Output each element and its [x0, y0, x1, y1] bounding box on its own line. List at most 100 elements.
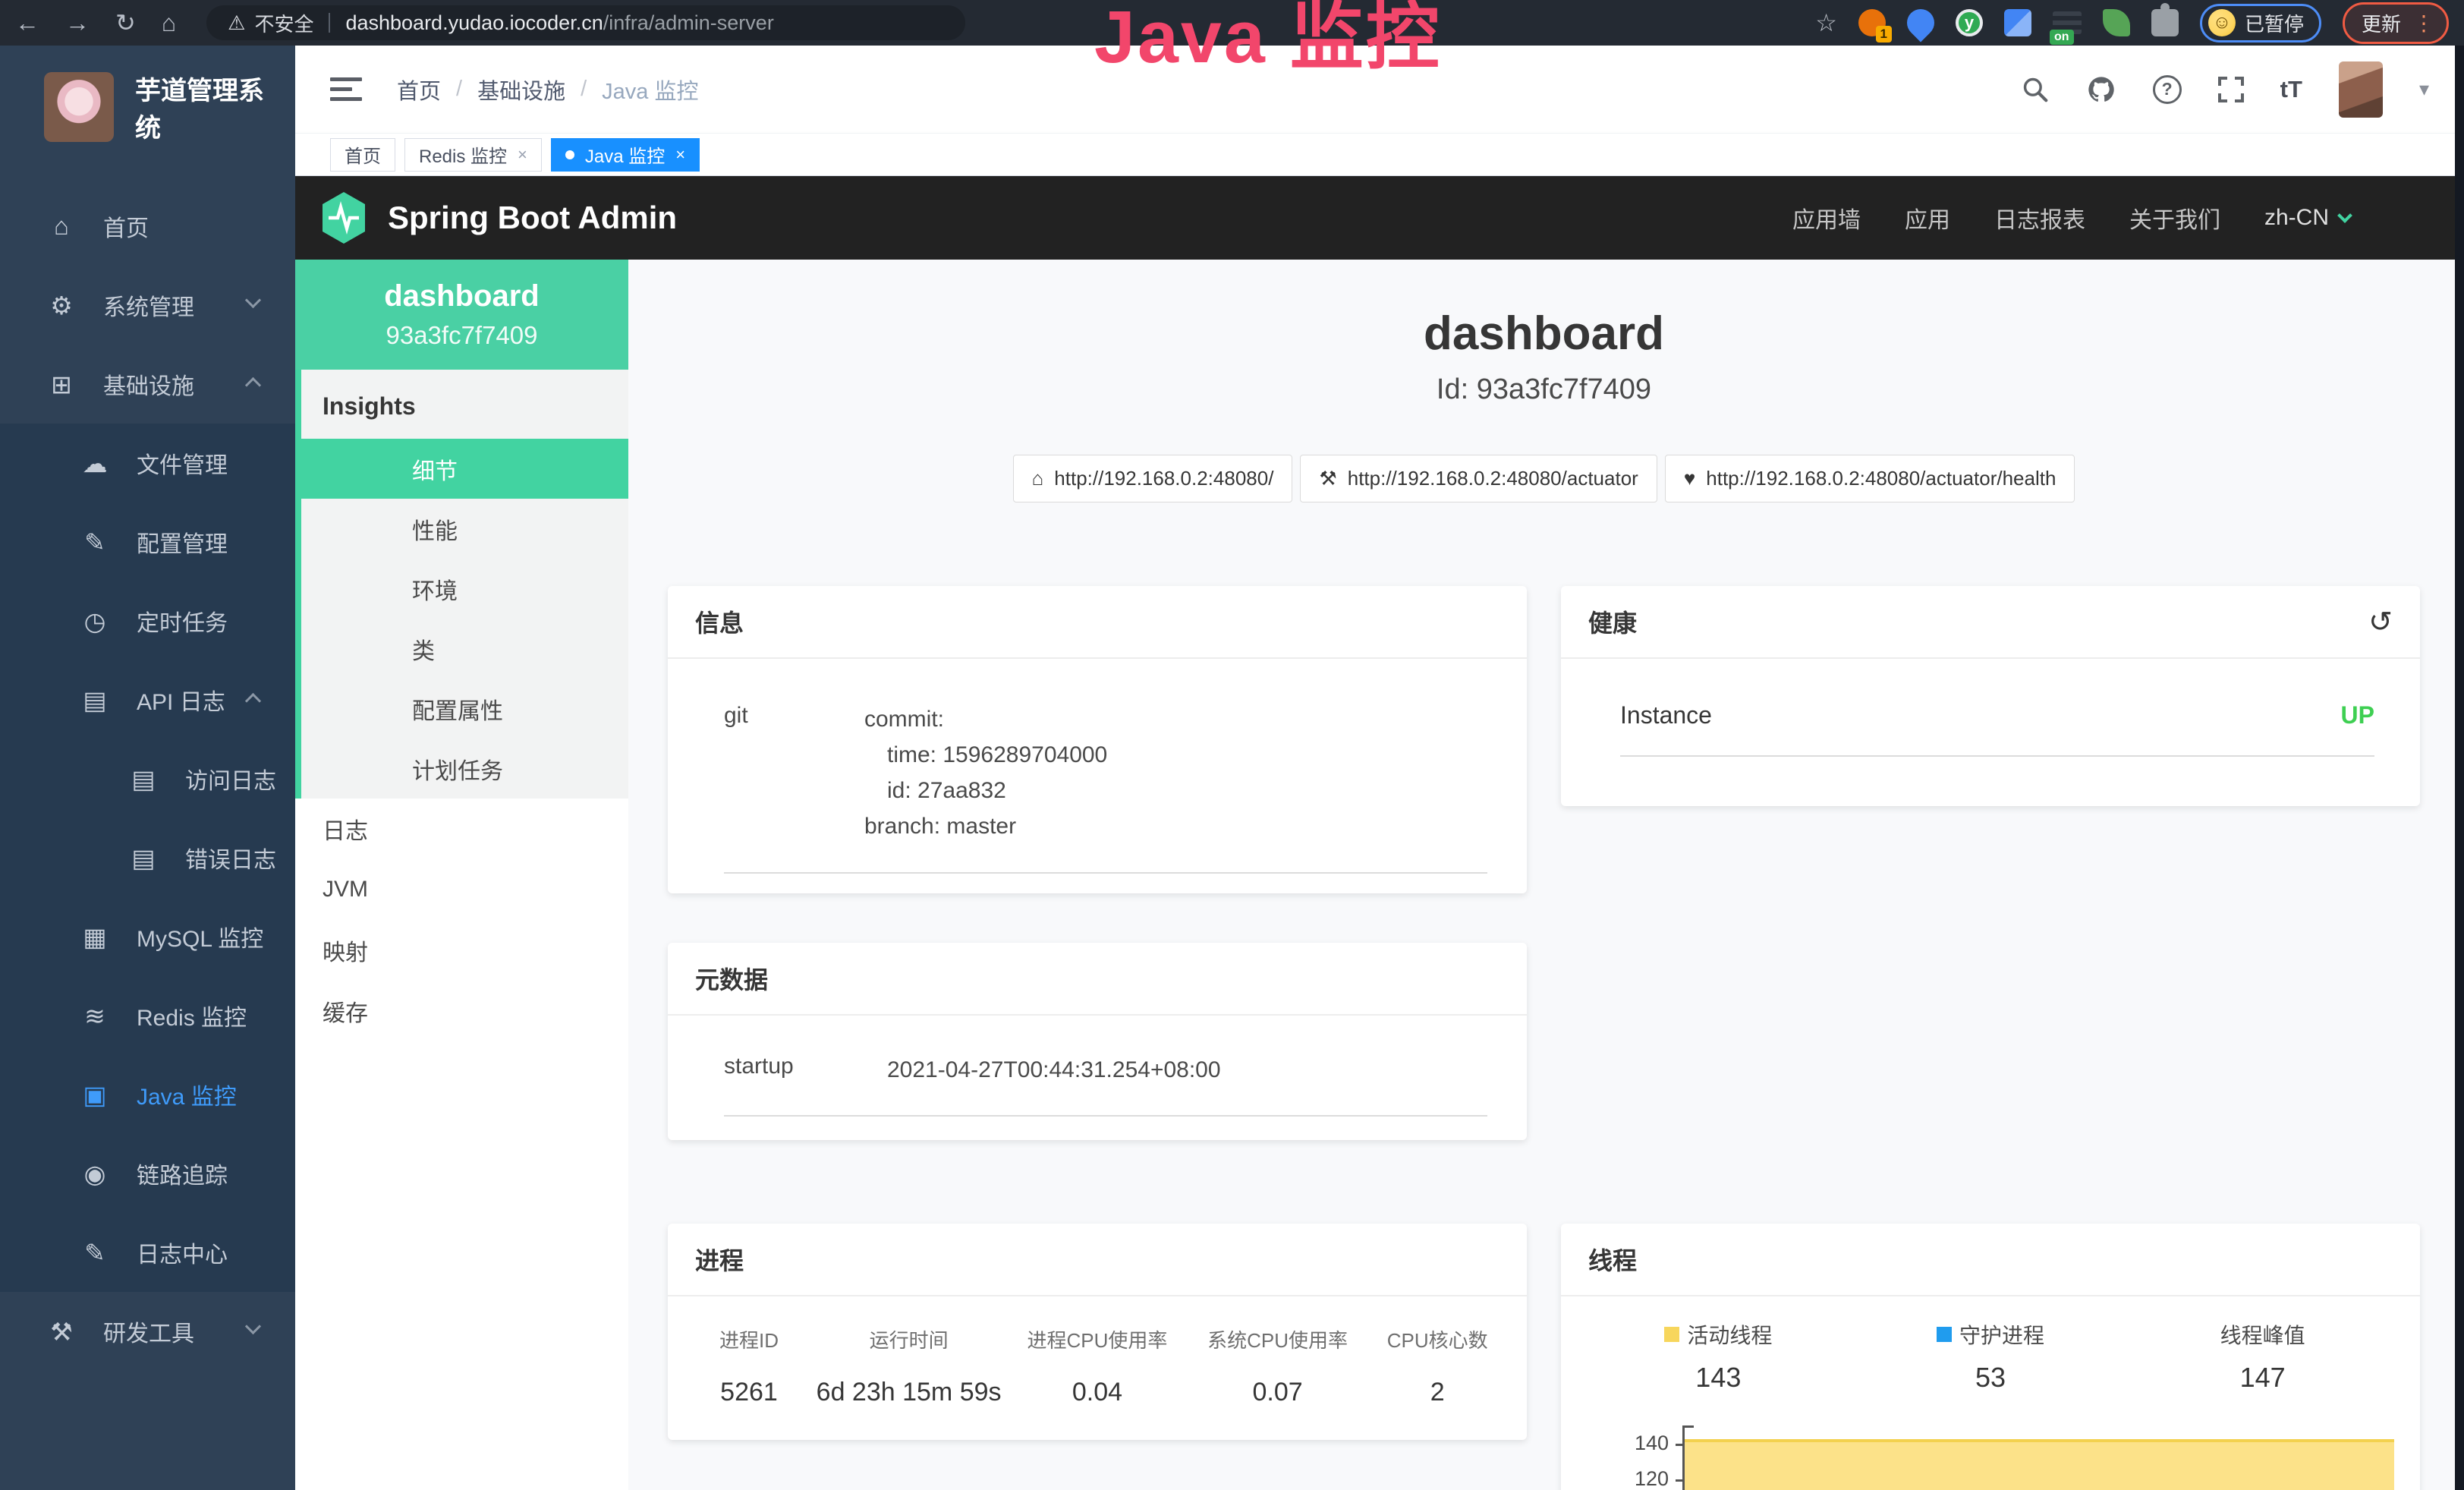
sba-item-mappings[interactable]: 映射 — [295, 920, 628, 981]
sba-item-jvm[interactable]: JVM — [295, 859, 628, 920]
sba-nav-applications[interactable]: 应用 — [1905, 201, 1950, 235]
reload-icon[interactable]: ↻ — [115, 8, 136, 37]
sidebar-item-config-manage[interactable]: ✎ 配置管理 — [0, 502, 295, 581]
locale-select[interactable]: zh-CN — [2264, 205, 2350, 231]
health-url-button[interactable]: ♥ http://192.168.0.2:48080/actuator/heal… — [1665, 455, 2075, 502]
sba-brand[interactable]: Spring Boot Admin — [388, 200, 677, 236]
forward-icon[interactable]: → — [65, 9, 90, 37]
page-title: dashboard — [668, 308, 2420, 360]
app-logo-row[interactable]: 芋道管理系统 — [0, 46, 295, 152]
sba-item-details[interactable]: 细节 — [301, 439, 628, 499]
sidebar-item-label: MySQL 监控 — [137, 920, 263, 953]
sidebar-item-error-log[interactable]: ▤ 错误日志 — [0, 818, 295, 897]
sba-item-scheduled-tasks[interactable]: 计划任务 — [301, 739, 628, 799]
tab-label: Redis 监控 — [419, 141, 507, 168]
sba-item-caches[interactable]: 缓存 — [295, 981, 628, 1041]
github-icon[interactable] — [2086, 74, 2116, 105]
annotation-java-monitor: Java 监控 — [1094, 0, 1442, 74]
heartbeat-icon: ♥ — [1684, 467, 1695, 490]
sba-item-classes[interactable]: 类 — [301, 619, 628, 679]
threads-chart: 140 120 100 — [1610, 1416, 2394, 1490]
service-url-button[interactable]: ⌂ http://192.168.0.2:48080/ — [1013, 455, 1293, 502]
avatar[interactable] — [2339, 61, 2383, 118]
paused-profile-badge[interactable]: ☺ 已暂停 — [2200, 4, 2321, 43]
sidebar-item-mysql-monitor[interactable]: ▦ MySQL 监控 — [0, 897, 295, 976]
sba-header: Spring Boot Admin 应用墙 应用 日志报表 关于我们 zh-CN — [295, 176, 2464, 260]
help-icon[interactable]: ? — [2153, 75, 2182, 104]
browser-extensions-area: ☆ 1 y on ☺ 已暂停 更新 ⋮ — [1815, 2, 2449, 44]
cards-left-column: 信息 git commit: time: 1596289704000 id: 2… — [668, 586, 1527, 1490]
sidebar-item-java-monitor[interactable]: ▣ Java 监控 — [0, 1055, 295, 1134]
sidebar-item-file-manage[interactable]: ☁ 文件管理 — [0, 424, 295, 502]
sidebar-item-home[interactable]: ⌂ 首页 — [0, 187, 295, 266]
health-card-title: 健康 — [1588, 604, 1637, 639]
extension-on-badge: on — [2050, 30, 2074, 45]
sidebar-item-scheduled-task[interactable]: ◷ 定时任务 — [0, 581, 295, 660]
sba-item-metrics[interactable]: 性能 — [301, 499, 628, 559]
extension-icon-orange[interactable]: 1 — [1858, 9, 1886, 36]
history-icon[interactable]: ↺ — [2368, 605, 2393, 639]
search-icon[interactable] — [2021, 75, 2050, 104]
browser-home-icon[interactable]: ⌂ — [162, 9, 176, 37]
health-card: 健康 ↺ Instance UP — [1561, 586, 2420, 806]
app-main: 首页 / 基础设施 / Java 监控 ? tT ▾ 首页 Redis 监控 — [295, 46, 2464, 1490]
chevron-down-icon — [245, 1318, 261, 1334]
service-url: http://192.168.0.2:48080/ — [1054, 467, 1273, 490]
tab-home[interactable]: 首页 — [330, 138, 395, 172]
extension-icon-green[interactable]: y — [1956, 9, 1983, 36]
insights-group: Insights 细节 性能 环境 类 配置属性 计划任务 — [295, 370, 628, 799]
sidebar-item-api-log[interactable]: ▤ API 日志 — [0, 660, 295, 739]
threads-legend: 活动线程 143 守护进程 — [1582, 1319, 2399, 1394]
hamburger-icon[interactable] — [330, 77, 362, 101]
git-time-line: time: 1596289704000 — [887, 737, 1107, 773]
emoji-avatar-icon: ☺ — [2208, 9, 2236, 36]
sba-nav-journal[interactable]: 日志报表 — [1994, 201, 2085, 235]
sidebar-item-label: 定时任务 — [137, 604, 228, 638]
sidebar-item-trace[interactable]: ◉ 链路追踪 — [0, 1134, 295, 1213]
sba-nav-about[interactable]: 关于我们 — [2129, 201, 2220, 235]
extensions-puzzle-icon[interactable] — [2151, 9, 2179, 36]
back-icon[interactable]: ← — [15, 9, 39, 37]
tab-java-monitor[interactable]: Java 监控 × — [551, 138, 700, 172]
extension-icon-grid[interactable] — [2004, 9, 2031, 36]
extension-icon-list[interactable]: on — [2053, 11, 2082, 34]
breadcrumb-infrastructure[interactable]: 基础设施 — [477, 74, 565, 106]
actuator-url-button[interactable]: ⚒ http://192.168.0.2:48080/actuator — [1300, 455, 1657, 502]
sba-nav-wallboard[interactable]: 应用墙 — [1792, 201, 1861, 235]
sba-item-logs[interactable]: 日志 — [295, 799, 628, 859]
close-icon[interactable]: × — [675, 145, 685, 165]
fullscreen-icon[interactable] — [2218, 77, 2244, 102]
tab-redis-monitor[interactable]: Redis 监控 × — [404, 138, 542, 172]
sidebar-item-access-log[interactable]: ▤ 访问日志 — [0, 739, 295, 818]
extension-icon-pin[interactable] — [1902, 4, 1940, 43]
close-icon[interactable]: × — [518, 145, 527, 165]
breadcrumb-home[interactable]: 首页 — [397, 74, 441, 106]
window-scrollbar[interactable] — [2455, 46, 2464, 1490]
sidebar-item-dev-tools[interactable]: ⚒ 研发工具 — [0, 1292, 295, 1371]
text-size-icon[interactable]: tT — [2280, 76, 2302, 103]
y-axis-tick — [1676, 1479, 1682, 1482]
caret-down-icon[interactable]: ▾ — [2419, 77, 2429, 101]
legend-value: 143 — [1695, 1362, 1741, 1394]
address-bar[interactable]: ⚠ 不安全 dashboard.yudao.iocoder.cn /infra/… — [206, 5, 965, 40]
sidebar-item-redis-monitor[interactable]: ≋ Redis 监控 — [0, 976, 295, 1055]
sidebar-item-label: 研发工具 — [103, 1315, 194, 1348]
legend-peak-threads: 线程峰值 147 — [2126, 1319, 2399, 1394]
legend-blue-swatch — [1937, 1327, 1952, 1342]
cards-grid: 信息 git commit: time: 1596289704000 id: 2… — [668, 586, 2420, 1490]
extension-icon-leaf[interactable] — [2103, 9, 2130, 36]
java-monitor-icon: ▣ — [79, 1080, 111, 1110]
bookmark-star-icon[interactable]: ☆ — [1815, 8, 1837, 37]
legend-label: 守护进程 — [1959, 1319, 2044, 1350]
update-button[interactable]: 更新 ⋮ — [2343, 2, 2449, 44]
process-uptime: 6d 23h 15m 59s — [810, 1378, 1007, 1407]
sba-item-environment[interactable]: 环境 — [301, 559, 628, 619]
sidebar-item-infrastructure[interactable]: ⊞ 基础设施 — [0, 345, 295, 424]
sba-item-config-props[interactable]: 配置属性 — [301, 679, 628, 739]
security-label[interactable]: 不安全 — [254, 9, 313, 37]
sidebar-item-system-manage[interactable]: ⚙ 系统管理 — [0, 266, 295, 345]
legend-label: 活动线程 — [1687, 1319, 1772, 1350]
browser-menu-icon[interactable]: ⋮ — [2413, 11, 2434, 36]
sidebar-item-log-center[interactable]: ✎ 日志中心 — [0, 1213, 295, 1292]
sidebar-item-label: 错误日志 — [185, 841, 276, 874]
